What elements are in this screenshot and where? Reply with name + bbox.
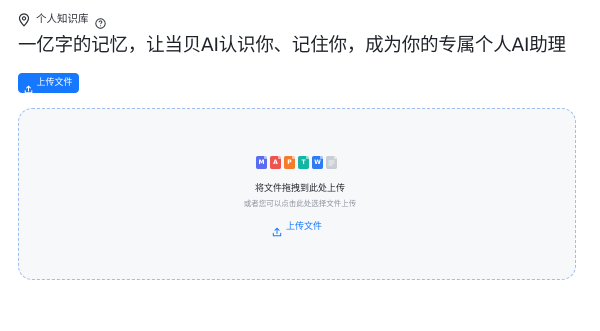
markdown-file-icon: M xyxy=(256,156,267,169)
location-pin-icon xyxy=(18,12,30,27)
headline: 一亿字的记忆，让当贝AI认识你、记住你，成为你的专属个人AI助理 xyxy=(18,35,566,56)
pdf-file-icon: A xyxy=(270,156,281,169)
txt-file-icon: T xyxy=(298,156,309,169)
generic-file-icon xyxy=(326,156,337,169)
ppt-file-icon: P xyxy=(284,156,295,169)
upload-icon xyxy=(24,79,33,93)
file-type-icons: M A P T W xyxy=(256,156,337,169)
word-file-icon: W xyxy=(312,156,323,169)
knowledge-base-header: 个人知识库 xyxy=(18,11,106,29)
upload-file-button-label: 上传文件 xyxy=(36,78,73,88)
upload-file-link-label: 上传文件 xyxy=(286,222,323,232)
help-circle-icon[interactable] xyxy=(94,14,106,29)
click-select-hint: 或者您可以点击此处选择文件上传 xyxy=(243,199,357,208)
upload-file-link[interactable]: 上传文件 xyxy=(272,221,323,237)
upload-file-button[interactable]: 上传文件 xyxy=(18,73,79,93)
page-title: 个人知识库 xyxy=(36,13,89,25)
upload-icon xyxy=(272,222,282,237)
drag-drop-instruction: 将文件拖拽到此处上传 xyxy=(254,184,345,194)
